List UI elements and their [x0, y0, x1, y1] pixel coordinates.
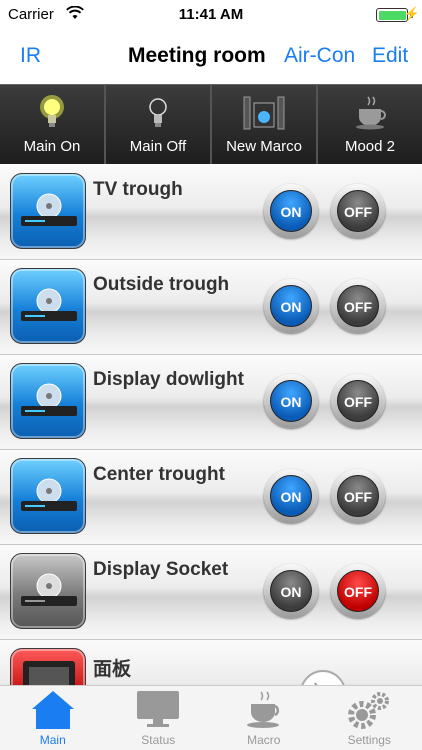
off-button[interactable]: OFF	[331, 374, 385, 428]
device-panel-icon[interactable]	[10, 648, 86, 685]
device-row-display-socket: Display Socket ON OFF	[0, 545, 422, 640]
bulb-off-icon	[149, 98, 167, 127]
device-name: Center trought	[93, 464, 225, 485]
macro-label: Main On	[23, 138, 81, 155]
monitor-icon	[137, 691, 180, 727]
device-player-icon[interactable]	[10, 173, 86, 249]
macro-label: Mood 2	[344, 138, 396, 155]
speakers-icon	[243, 96, 285, 130]
off-button[interactable]: OFF	[331, 564, 385, 618]
macro-label: Main Off	[129, 138, 187, 155]
status-bar: Carrier 11:41 AM ⚡	[0, 0, 422, 30]
ir-button[interactable]: IR	[20, 44, 41, 68]
tab-label: Settings	[347, 733, 391, 747]
macro-bar: Main On Main Off New Marco Mood 2	[0, 84, 422, 164]
tab-settings[interactable]: Settings	[317, 686, 422, 750]
tab-bar: Main Status Macro Settings	[0, 685, 422, 750]
bulb-on-icon	[40, 95, 64, 127]
navigation-bar: IR Meeting room Air-Con Edit	[0, 30, 422, 84]
coffee-cup-icon	[246, 691, 279, 728]
macro-main-on-button[interactable]: Main On	[0, 84, 106, 164]
edit-button[interactable]: Edit	[372, 44, 408, 68]
off-button[interactable]: OFF	[331, 279, 385, 333]
device-player-icon[interactable]	[10, 363, 86, 439]
device-player-icon[interactable]	[10, 553, 86, 629]
device-player-icon[interactable]	[10, 458, 86, 534]
macro-new-marco-button[interactable]: New Marco	[212, 84, 318, 164]
gears-icon	[348, 692, 390, 729]
on-button[interactable]: ON	[264, 184, 318, 238]
clock-icon[interactable]	[300, 670, 346, 685]
house-icon	[31, 691, 74, 729]
device-list[interactable]: TV trough ON OFF Outside trough ON OFF D…	[0, 165, 422, 685]
on-button[interactable]: ON	[264, 374, 318, 428]
tab-label: Status	[141, 733, 176, 747]
macro-mood-2-button[interactable]: Mood 2	[318, 84, 422, 164]
device-name: TV trough	[93, 179, 183, 200]
on-button[interactable]: ON	[264, 279, 318, 333]
on-button[interactable]: ON	[264, 469, 318, 523]
device-player-icon[interactable]	[10, 268, 86, 344]
device-row-center-trought: Center trought ON OFF	[0, 450, 422, 545]
device-row-tv-trough: TV trough ON OFF	[0, 165, 422, 260]
macro-label: New Marco	[226, 138, 302, 155]
page-title: Meeting room	[128, 44, 266, 67]
device-name: Outside trough	[93, 274, 230, 295]
off-button[interactable]: OFF	[331, 184, 385, 238]
device-name: Display Socket	[93, 559, 229, 580]
device-row-outside-trough: Outside trough ON OFF	[0, 260, 422, 355]
macro-main-off-button[interactable]: Main Off	[106, 84, 212, 164]
device-name: Display dowlight	[93, 369, 244, 390]
clock-time: 11:41 AM	[178, 6, 244, 23]
tab-status[interactable]: Status	[106, 686, 212, 750]
device-row-display-dowlight: Display dowlight ON OFF	[0, 355, 422, 450]
tab-macro[interactable]: Macro	[211, 686, 317, 750]
tab-main[interactable]: Main	[0, 686, 106, 750]
tab-label: Main	[39, 733, 66, 747]
device-name: 面板	[93, 659, 132, 680]
device-row-panel: 面板	[0, 640, 422, 685]
on-button[interactable]: ON	[264, 564, 318, 618]
charging-icon: ⚡	[403, 6, 420, 21]
off-button[interactable]: OFF	[331, 469, 385, 523]
tab-label: Macro	[247, 733, 281, 747]
coffee-cup-icon	[356, 96, 386, 130]
aircon-button[interactable]: Air-Con	[284, 44, 355, 68]
